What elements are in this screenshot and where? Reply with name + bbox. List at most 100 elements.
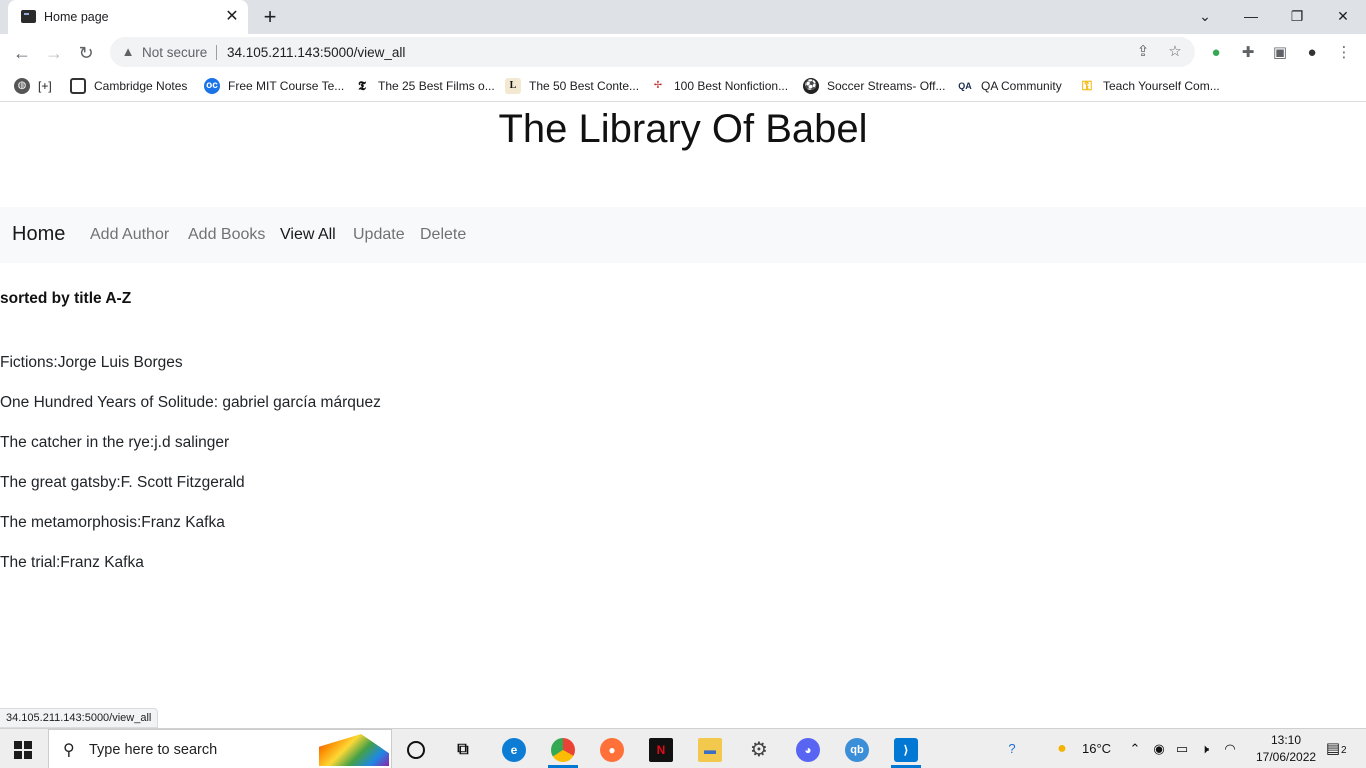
- tab-title: Home page: [44, 10, 109, 24]
- menu-kebab-icon[interactable]: ⋮: [1333, 42, 1355, 64]
- browser-tab[interactable]: Home page ✕: [8, 0, 248, 34]
- bookmark-label: The 25 Best Films o...: [378, 79, 495, 93]
- warning-triangle-icon[interactable]: ▲: [120, 44, 136, 60]
- bookmark-label: [+]: [38, 79, 52, 93]
- bookmark-label: Soccer Streams- Off...: [827, 79, 946, 93]
- oc-icon: oc: [204, 78, 220, 94]
- tab-search-chevron-icon[interactable]: ⌄: [1190, 4, 1220, 28]
- bookmark-item[interactable]: ⚽ Soccer Streams- Off...: [803, 76, 945, 96]
- book-entry: The trial:Franz Kafka: [0, 554, 144, 571]
- bookmark-item[interactable]: 𝕿 The 25 Best Films o...: [354, 76, 495, 96]
- bookmark-label: Free MIT Course Te...: [228, 79, 345, 93]
- new-tab-button[interactable]: +: [258, 6, 282, 30]
- bookmarks-bar: ◍ [+] Cambridge Notes oc Free MIT Course…: [0, 70, 1366, 102]
- bookmark-label: QA Community: [981, 79, 1062, 93]
- nav-add-author-link[interactable]: Add Author: [90, 226, 169, 244]
- tab-strip: Home page ✕ + ⌄ — ❐ ✕: [0, 0, 1366, 34]
- bookmark-label: Cambridge Notes: [94, 79, 188, 93]
- firefox-icon[interactable]: ●: [589, 732, 635, 768]
- battery-icon[interactable]: ▭: [1173, 740, 1191, 758]
- key-icon: ⚿: [1079, 78, 1095, 94]
- extensions-puzzle-icon[interactable]: ✚: [1237, 42, 1259, 64]
- extension-badge-icon[interactable]: ●: [1205, 42, 1227, 64]
- bookmark-item[interactable]: ✢ 100 Best Nonfiction...: [650, 76, 788, 96]
- taskbar-clock[interactable]: 13:10 17/06/2022: [1256, 732, 1316, 766]
- book-entry: The great gatsby:F. Scott Fitzgerald: [0, 474, 245, 491]
- nyt-icon: 𝕿: [354, 78, 370, 94]
- bookmark-label: 100 Best Nonfiction...: [674, 79, 789, 93]
- discord-icon[interactable]: ◕: [785, 732, 831, 768]
- page-title: The Library Of Babel: [498, 107, 868, 151]
- bookmark-label: The 50 Best Conte...: [529, 79, 640, 93]
- nav-view-all-link[interactable]: View All: [280, 226, 336, 244]
- l-icon: L: [505, 78, 521, 94]
- book-entry: One Hundred Years of Solitude: gabriel g…: [0, 394, 381, 411]
- nav-home-link[interactable]: Home: [12, 223, 65, 246]
- close-tab-icon[interactable]: ✕: [222, 7, 242, 27]
- bookmark-label: Teach Yourself Com...: [1103, 79, 1220, 93]
- windows-start-icon[interactable]: [14, 741, 32, 759]
- url-text[interactable]: 34.105.211.143:5000/view_all: [227, 45, 405, 60]
- bookmark-icon: ✢: [650, 78, 666, 94]
- profile-avatar-icon[interactable]: ●: [1301, 42, 1323, 64]
- notifications-icon[interactable]: ▤: [1324, 740, 1342, 758]
- security-label[interactable]: Not secure: [142, 45, 207, 60]
- netflix-icon[interactable]: N: [638, 732, 684, 768]
- chrome-icon[interactable]: [540, 732, 586, 768]
- sort-label: sorted by title A-Z: [0, 290, 132, 307]
- minimize-button[interactable]: —: [1236, 4, 1266, 28]
- terminal-favicon-icon: [21, 10, 36, 23]
- omnibox-divider: [216, 45, 217, 60]
- restore-button[interactable]: ❐: [1282, 4, 1312, 28]
- address-bar[interactable]: ▲ Not secure 34.105.211.143:5000/view_al…: [110, 37, 1195, 67]
- close-window-button[interactable]: ✕: [1328, 4, 1358, 28]
- nav-add-books-link[interactable]: Add Books: [188, 226, 265, 244]
- bookmark-item[interactable]: QA QA Community: [957, 76, 1062, 96]
- nav-delete-link[interactable]: Delete: [420, 226, 466, 244]
- book-entry: The metamorphosis:Franz Kafka: [0, 514, 225, 531]
- share-icon[interactable]: ⇪: [1134, 43, 1152, 61]
- edge-icon[interactable]: e: [491, 732, 537, 768]
- weather-temperature[interactable]: 16°C: [1082, 741, 1111, 756]
- cambridge-icon: [70, 78, 86, 94]
- link-status-bubble: 34.105.211.143:5000/view_all: [0, 708, 159, 728]
- task-view-icon[interactable]: ⧉: [440, 732, 486, 768]
- bookmark-item[interactable]: ◍ [+]: [14, 76, 52, 96]
- book-entry: Fictions:Jorge Luis Borges: [0, 354, 183, 371]
- qbittorrent-icon[interactable]: qb: [834, 732, 880, 768]
- volume-muted-icon[interactable]: 🕨: [1196, 740, 1214, 758]
- bookmark-item[interactable]: Cambridge Notes: [70, 76, 187, 96]
- reload-icon[interactable]: ↻: [73, 40, 99, 66]
- cortana-icon[interactable]: [393, 732, 439, 768]
- qa-icon: QA: [957, 78, 973, 94]
- search-placeholder: Type here to search: [89, 742, 218, 758]
- file-explorer-icon[interactable]: ▬: [687, 732, 733, 768]
- nav-update-link[interactable]: Update: [353, 226, 405, 244]
- clock-date: 17/06/2022: [1256, 750, 1317, 764]
- wifi-icon[interactable]: ◠: [1221, 740, 1239, 758]
- notification-count: 2: [1341, 745, 1347, 756]
- bookmark-item[interactable]: L The 50 Best Conte...: [505, 76, 639, 96]
- side-panel-icon[interactable]: ▣: [1269, 42, 1291, 64]
- settings-icon[interactable]: ⚙: [736, 732, 782, 768]
- webcam-icon[interactable]: ◉: [1150, 740, 1168, 758]
- forward-arrow-icon[interactable]: →: [41, 40, 67, 66]
- site-navbar: Home Add Author Add Books View All Updat…: [0, 207, 1366, 263]
- globe-icon: ◍: [14, 78, 30, 94]
- weather-sun-icon[interactable]: ●: [1053, 740, 1071, 758]
- windows-taskbar: ⚲ Type here to search ⧉ e ● N ▬ ⚙ ◕ qb ⟩…: [0, 728, 1366, 768]
- clock-time: 13:10: [1270, 733, 1302, 747]
- taskbar-search-box[interactable]: ⚲ Type here to search: [48, 729, 392, 768]
- search-icon: ⚲: [63, 742, 75, 759]
- book-entry: The catcher in the rye:j.d salinger: [0, 434, 230, 451]
- soccer-icon: ⚽: [803, 78, 819, 94]
- bookmark-item[interactable]: oc Free MIT Course Te...: [204, 76, 344, 96]
- bookmark-item[interactable]: ⚿ Teach Yourself Com...: [1079, 76, 1220, 96]
- vscode-icon[interactable]: ⟩: [883, 732, 929, 768]
- chevron-up-icon[interactable]: ⌃: [1126, 740, 1144, 758]
- browser-toolbar: ← → ↻ ▲ Not secure 34.105.211.143:5000/v…: [0, 34, 1366, 70]
- search-highlight-art: [319, 734, 389, 766]
- back-arrow-icon[interactable]: ←: [9, 40, 35, 66]
- help-icon[interactable]: ?: [1003, 740, 1021, 758]
- bookmark-star-icon[interactable]: ☆: [1166, 43, 1184, 61]
